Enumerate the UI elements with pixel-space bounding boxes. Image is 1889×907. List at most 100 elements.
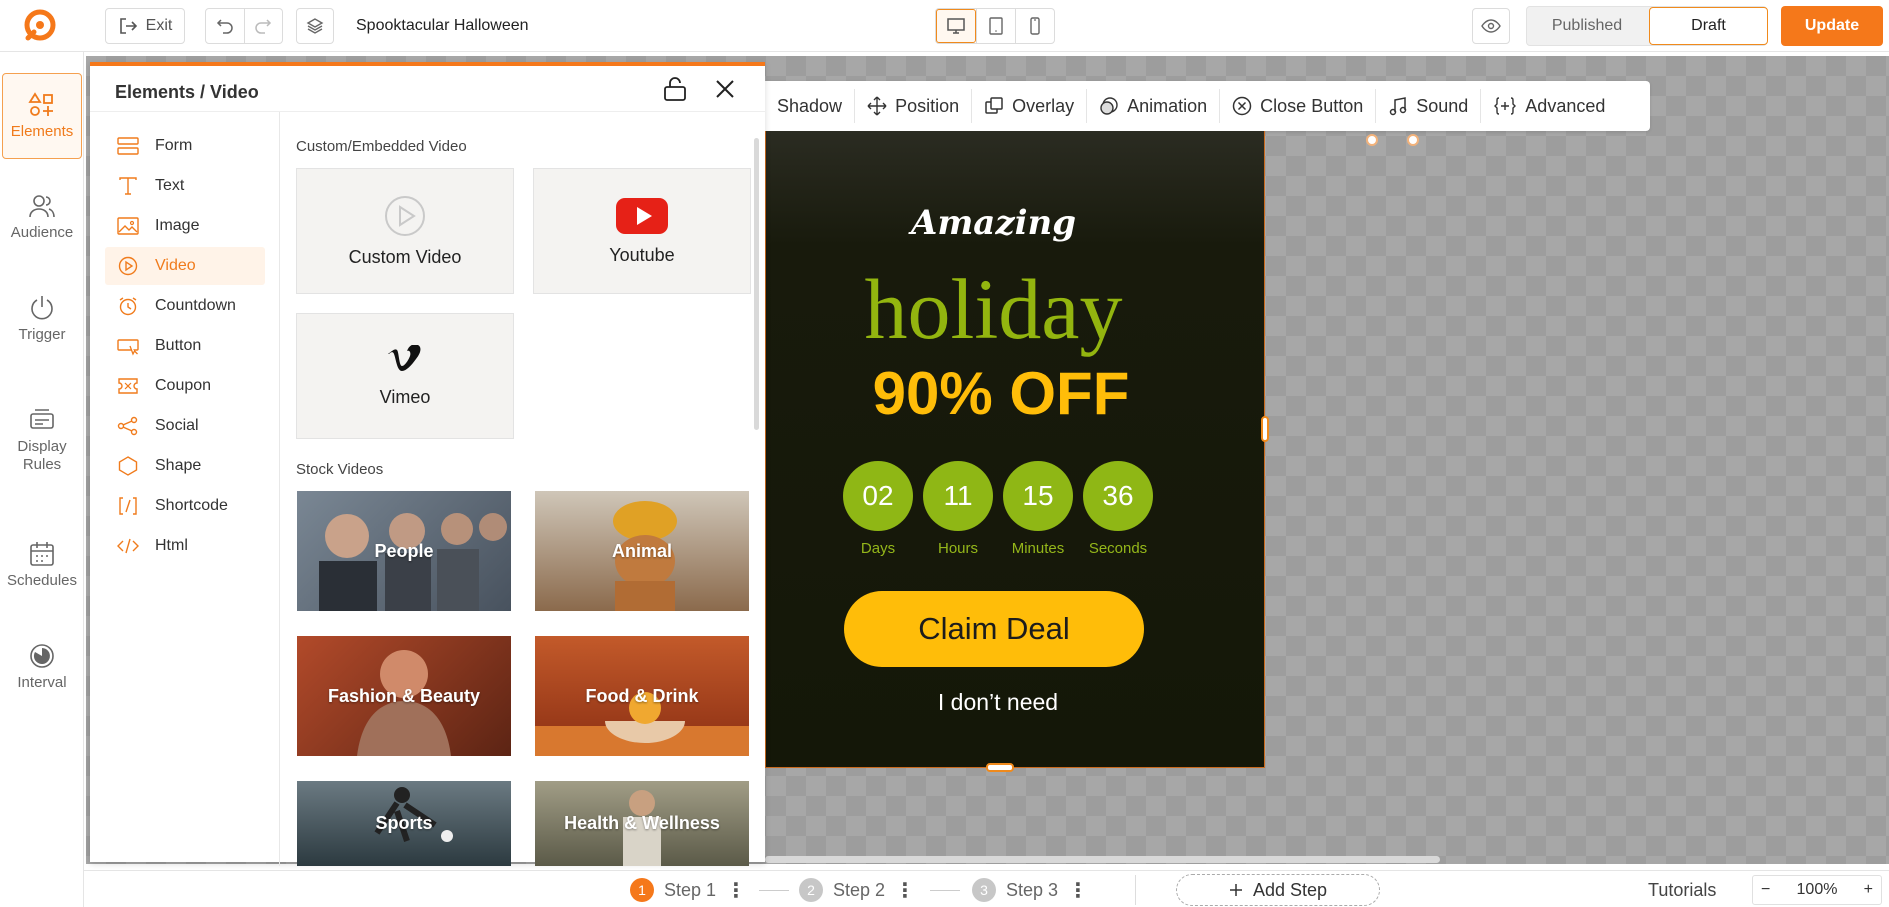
- rail-item-label: Interval: [17, 674, 67, 691]
- element-image[interactable]: Image: [105, 207, 265, 245]
- countdown-hours-value[interactable]: 11: [923, 461, 993, 531]
- element-coupon[interactable]: Coupon: [105, 367, 265, 405]
- vimeo-card[interactable]: Vimeo: [296, 313, 514, 439]
- exit-button[interactable]: Exit: [105, 8, 185, 44]
- stock-video-health-wellness[interactable]: Health & Wellness: [535, 781, 749, 866]
- step-3[interactable]: 3 Step 3 ⋮: [972, 877, 1088, 903]
- stock-video-label: People: [374, 540, 434, 561]
- rail-item-display-rules[interactable]: Display Rules: [2, 390, 82, 490]
- rail-item-trigger[interactable]: Trigger: [2, 276, 82, 362]
- step-1[interactable]: 1 Step 1 ⋮: [630, 877, 746, 903]
- mobile-view-button[interactable]: [1015, 9, 1054, 43]
- stock-video-fashion-beauty[interactable]: Fashion & Beauty: [297, 636, 511, 756]
- element-video[interactable]: Video: [105, 247, 265, 285]
- resize-handle-dot[interactable]: [1366, 134, 1378, 146]
- stock-video-people[interactable]: People: [297, 491, 511, 611]
- stock-video-label: Sports: [375, 813, 433, 833]
- undo-button[interactable]: [206, 9, 244, 43]
- music-note-icon: [1389, 97, 1407, 116]
- canvas-horizontal-scrollbar[interactable]: [765, 856, 1440, 863]
- toolbar-overlay[interactable]: Overlay: [971, 89, 1086, 123]
- step-number: 1: [630, 878, 654, 902]
- rail-item-interval[interactable]: Interval: [2, 624, 82, 710]
- panel-title: Elements / Video: [115, 82, 259, 102]
- popup-preview[interactable]: Amazing holiday 90% OFF 02 11 15 36 Days…: [765, 131, 1265, 768]
- element-form[interactable]: Form: [105, 127, 265, 165]
- claim-deal-button[interactable]: Claim Deal: [844, 591, 1144, 667]
- step-2[interactable]: 2 Step 2 ⋮: [799, 877, 915, 903]
- draft-tab[interactable]: Draft: [1649, 7, 1768, 45]
- countdown-hours-label: Hours: [937, 540, 978, 557]
- campaign-title[interactable]: Spooktacular Halloween: [356, 17, 529, 35]
- zoom-in-button[interactable]: +: [1864, 881, 1873, 899]
- toolbar-close-button[interactable]: Close Button: [1219, 89, 1375, 123]
- zoom-control: − 100% +: [1752, 875, 1882, 905]
- resize-handle-right[interactable]: [1261, 416, 1269, 442]
- element-label: Text: [155, 177, 185, 194]
- element-social[interactable]: Social: [105, 407, 265, 445]
- social-icon: [117, 416, 138, 436]
- element-label: Social: [155, 417, 199, 434]
- rail-item-audience[interactable]: Audience: [2, 174, 82, 260]
- step-2-menu-icon[interactable]: ⋮: [895, 878, 915, 903]
- exit-label: Exit: [145, 17, 173, 34]
- text-icon: [119, 177, 137, 195]
- toolbar-animation[interactable]: Animation: [1086, 89, 1219, 123]
- close-circle-icon: [1232, 96, 1252, 116]
- countdown-seconds-value[interactable]: 36: [1083, 461, 1153, 531]
- element-label: Image: [155, 217, 200, 234]
- toolbar-sound[interactable]: Sound: [1375, 89, 1480, 123]
- popup-brand-text[interactable]: Amazing: [766, 203, 1221, 243]
- element-shortcode[interactable]: Shortcode: [105, 487, 265, 525]
- toolbar-position[interactable]: Position: [854, 89, 971, 123]
- tablet-view-button[interactable]: [976, 9, 1015, 43]
- element-shape[interactable]: Shape: [105, 447, 265, 485]
- element-label: Countdown: [155, 297, 236, 314]
- toolbar-advanced[interactable]: Advanced: [1480, 89, 1617, 123]
- step-connector: [930, 890, 960, 891]
- layers-button[interactable]: [296, 8, 334, 44]
- countdown-days-label: Days: [860, 540, 896, 557]
- mobile-icon: [1030, 17, 1040, 35]
- unlock-icon: [664, 77, 686, 101]
- rail-item-schedules[interactable]: Schedules: [2, 522, 82, 608]
- published-tab[interactable]: Published: [1527, 7, 1647, 45]
- resize-handle-bottom[interactable]: [986, 763, 1014, 772]
- top-bar: Exit Spooktacular Halloween Published Dr…: [0, 0, 1889, 52]
- panel-scrollbar[interactable]: [754, 138, 759, 430]
- stock-video-animal[interactable]: Animal: [535, 491, 749, 611]
- tutorials-link[interactable]: Tutorials: [1648, 880, 1716, 901]
- rail-item-elements[interactable]: Elements: [2, 73, 82, 159]
- toolbar-shadow[interactable]: Shadow: [765, 89, 854, 123]
- element-button[interactable]: Button: [105, 327, 265, 365]
- zoom-out-button[interactable]: −: [1761, 881, 1770, 899]
- add-step-button[interactable]: Add Step: [1176, 874, 1380, 906]
- stock-video-food-drink[interactable]: Food & Drink: [535, 636, 749, 756]
- element-text[interactable]: Text: [105, 167, 265, 205]
- form-icon: [117, 137, 139, 155]
- countdown-days-value[interactable]: 02: [843, 461, 913, 531]
- element-countdown[interactable]: Countdown: [105, 287, 265, 325]
- youtube-card[interactable]: Youtube: [533, 168, 751, 294]
- elements-icon: [28, 92, 53, 116]
- element-html[interactable]: Html: [105, 527, 265, 565]
- countdown-minutes-value[interactable]: 15: [1003, 461, 1073, 531]
- custom-video-card[interactable]: Custom Video: [296, 168, 514, 294]
- stock-video-sports[interactable]: Sports: [297, 781, 511, 866]
- popup-offer[interactable]: 90% OFF: [766, 359, 1236, 428]
- update-button[interactable]: Update: [1781, 6, 1883, 46]
- decline-link[interactable]: I don’t need: [766, 689, 1230, 716]
- popup-headline[interactable]: holiday: [766, 259, 1221, 359]
- preview-button[interactable]: [1472, 8, 1510, 44]
- redo-button[interactable]: [243, 9, 283, 43]
- overlay-icon: [985, 97, 1003, 114]
- close-panel-button[interactable]: [710, 74, 740, 104]
- resize-handle-dot[interactable]: [1407, 134, 1419, 146]
- app-logo[interactable]: [18, 8, 62, 44]
- step-1-menu-icon[interactable]: ⋮: [726, 878, 746, 903]
- step-label: Step 2: [833, 879, 886, 900]
- left-rail: Elements Audience Trigger Display Rules …: [0, 52, 84, 907]
- step-3-menu-icon[interactable]: ⋮: [1068, 878, 1088, 903]
- desktop-view-button[interactable]: [936, 9, 976, 43]
- unlock-panel-button[interactable]: [660, 74, 690, 104]
